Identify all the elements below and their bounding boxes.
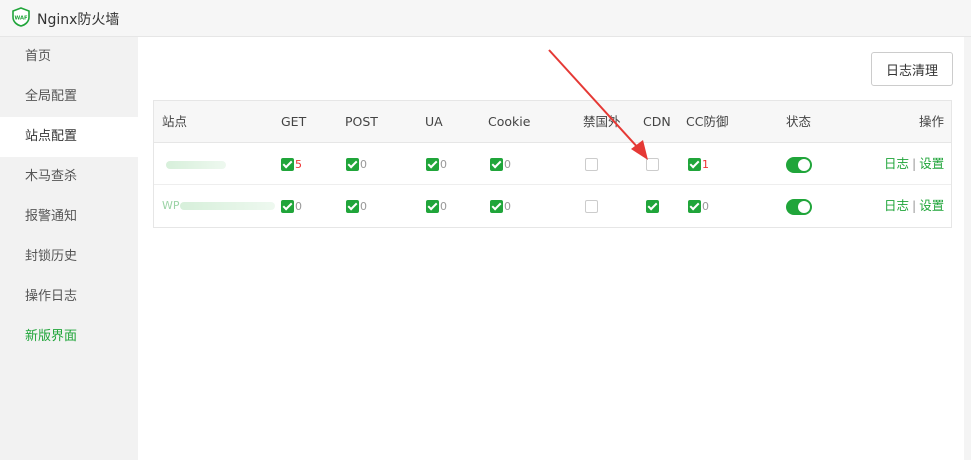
cookie-cell[interactable]: 0 [490, 143, 511, 185]
actions-cell: 日志 | 设置 [884, 185, 944, 227]
cc-checkbox[interactable] [688, 200, 701, 213]
foreign-cell[interactable] [585, 143, 598, 185]
table-row: WP 0 0 0 0 0 日志 | 设置 [154, 185, 951, 227]
action-separator: | [912, 198, 917, 213]
cdn-cell[interactable] [646, 143, 659, 185]
app-title: Nginx防火墙 [37, 12, 120, 28]
sidebar-item-operation-log[interactable]: 操作日志 [0, 277, 138, 317]
site-name[interactable] [166, 143, 226, 185]
header-actions: 操作 [919, 114, 945, 129]
header-ua: UA [425, 114, 443, 129]
action-separator: | [912, 156, 917, 171]
get-count: 5 [295, 157, 302, 171]
ua-checkbox[interactable] [426, 158, 439, 171]
status-cell[interactable] [786, 185, 812, 227]
cookie-checkbox[interactable] [490, 200, 503, 213]
header-cdn: CDN [643, 114, 671, 129]
post-count: 0 [360, 199, 367, 213]
ua-cell[interactable]: 0 [426, 143, 447, 185]
window-edge [964, 37, 971, 460]
cc-checkbox[interactable] [688, 158, 701, 171]
header-get: GET [281, 114, 307, 129]
get-checkbox[interactable] [281, 200, 294, 213]
site-name[interactable]: WP [162, 185, 275, 227]
get-cell[interactable]: 5 [281, 143, 302, 185]
log-link[interactable]: 日志 [884, 198, 909, 213]
cookie-count: 0 [504, 157, 511, 171]
status-toggle[interactable] [786, 156, 812, 173]
cc-count: 0 [702, 199, 709, 213]
settings-link[interactable]: 设置 [919, 198, 944, 213]
foreign-checkbox[interactable] [585, 158, 598, 171]
status-cell[interactable] [786, 143, 812, 185]
cc-cell[interactable]: 0 [688, 185, 709, 227]
table-row: 5 0 0 0 1 日志 | 设置 [154, 143, 951, 185]
sidebar-item-site-config[interactable]: 站点配置 [0, 117, 138, 157]
foreign-cell[interactable] [585, 185, 598, 227]
cc-cell[interactable]: 1 [688, 143, 709, 185]
header-cc: CC防御 [686, 114, 729, 129]
cookie-cell[interactable]: 0 [490, 185, 511, 227]
log-link[interactable]: 日志 [884, 156, 909, 171]
cdn-checkbox[interactable] [646, 158, 659, 171]
actions-cell: 日志 | 设置 [884, 143, 944, 185]
header-foreign: 禁国外 [583, 114, 621, 129]
cc-count: 1 [702, 157, 709, 171]
foreign-checkbox[interactable] [585, 200, 598, 213]
post-checkbox[interactable] [346, 200, 359, 213]
site-name-redacted [166, 160, 226, 169]
header-post: POST [345, 114, 378, 129]
post-checkbox[interactable] [346, 158, 359, 171]
table-header: 站点 GET POST UA Cookie 禁国外 CDN CC防御 状态 操作 [154, 101, 951, 143]
sidebar-item-new-ui[interactable]: 新版界面 [0, 317, 138, 357]
clear-logs-button[interactable]: 日志清理 [871, 52, 953, 86]
get-cell[interactable]: 0 [281, 185, 302, 227]
cdn-checkbox[interactable] [646, 200, 659, 213]
title-bar: WAF Nginx防火墙 [0, 0, 971, 37]
ua-cell[interactable]: 0 [426, 185, 447, 227]
header-cookie: Cookie [488, 114, 531, 129]
cookie-count: 0 [504, 199, 511, 213]
sidebar-item-home[interactable]: 首页 [0, 37, 138, 77]
header-site: 站点 [162, 114, 188, 129]
cookie-checkbox[interactable] [490, 158, 503, 171]
site-table: 站点 GET POST UA Cookie 禁国外 CDN CC防御 状态 操作… [153, 100, 952, 228]
main-panel: 日志清理 站点 GET POST UA Cookie 禁国外 CDN CC防御 … [138, 37, 971, 460]
waf-shield-icon: WAF [12, 7, 30, 27]
settings-link[interactable]: 设置 [919, 156, 944, 171]
ua-count: 0 [440, 157, 447, 171]
cdn-cell[interactable] [646, 185, 659, 227]
sidebar: 首页 全局配置 站点配置 木马查杀 报警通知 封锁历史 操作日志 新版界面 [0, 37, 138, 460]
post-cell[interactable]: 0 [346, 143, 367, 185]
header-status: 状态 [786, 114, 812, 129]
get-count: 0 [295, 199, 302, 213]
get-checkbox[interactable] [281, 158, 294, 171]
sidebar-item-block-history[interactable]: 封锁历史 [0, 237, 138, 277]
sidebar-item-global-config[interactable]: 全局配置 [0, 77, 138, 117]
site-name-redacted [179, 202, 275, 210]
post-cell[interactable]: 0 [346, 185, 367, 227]
sidebar-item-alert-notify[interactable]: 报警通知 [0, 197, 138, 237]
sidebar-item-trojan-scan[interactable]: 木马查杀 [0, 157, 138, 197]
status-toggle[interactable] [786, 198, 812, 215]
ua-count: 0 [440, 199, 447, 213]
post-count: 0 [360, 157, 367, 171]
logo-text: WAF [14, 16, 28, 22]
ua-checkbox[interactable] [426, 200, 439, 213]
